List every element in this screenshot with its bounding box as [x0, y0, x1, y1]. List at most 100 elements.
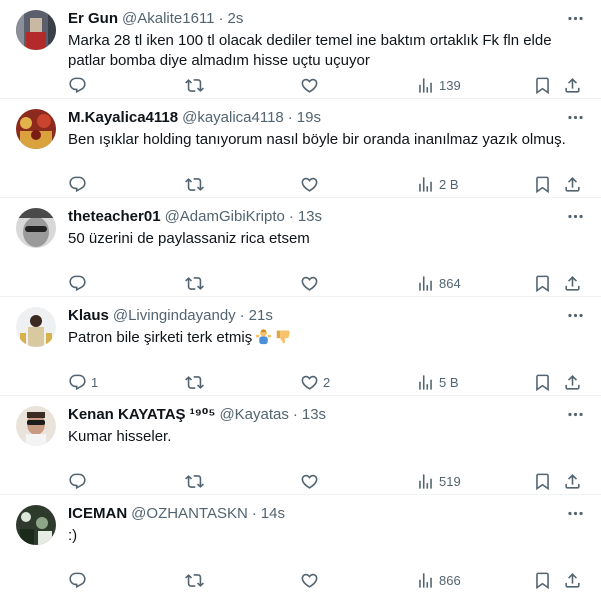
bookmark-button[interactable] [533, 372, 552, 392]
avatar[interactable] [16, 109, 56, 149]
views-button[interactable]: 519 [416, 471, 461, 491]
avatar[interactable] [16, 505, 56, 545]
separator-dot: · [218, 9, 224, 27]
bookmark-button[interactable] [533, 471, 552, 491]
retweet-button[interactable] [185, 75, 208, 95]
bookmark-button[interactable] [533, 174, 552, 194]
reply-button[interactable] [68, 570, 91, 590]
like-button[interactable] [300, 174, 323, 194]
tweet[interactable]: ICEMAN @OZHANTASKN · 14s :) 866 [0, 495, 601, 613]
retweet-button[interactable] [185, 372, 208, 392]
author-name[interactable]: M.Kayalica4118 [68, 109, 178, 126]
share-button[interactable] [563, 273, 582, 293]
tweet-text: 50 üzerini de paylassaniz rica etsem [68, 229, 585, 249]
like-button[interactable]: 2 [300, 372, 330, 392]
retweet-icon [185, 375, 204, 389]
tweet-actions: 2 B [68, 174, 585, 194]
tweet[interactable]: theteacher01 @AdamGibiKripto · 13s 50 üz… [0, 198, 601, 297]
share-button[interactable] [563, 174, 582, 194]
timestamp[interactable]: 19s [297, 109, 321, 126]
more-options-button[interactable] [565, 503, 585, 523]
timestamp[interactable]: 13s [302, 406, 326, 423]
avatar[interactable] [16, 208, 56, 248]
author-handle[interactable]: @Akalite1611 [122, 10, 215, 27]
retweet-button[interactable] [185, 273, 208, 293]
more-options-button[interactable] [565, 107, 585, 127]
person-shrugging-emoji [255, 328, 272, 351]
avatar[interactable] [16, 10, 56, 50]
reply-button[interactable] [68, 174, 91, 194]
author-handle[interactable]: @kayalica4118 [182, 109, 284, 126]
tweet-header: ICEMAN @OZHANTASKN · 14s [68, 503, 585, 523]
retweet-button[interactable] [185, 174, 208, 194]
heart-icon [301, 78, 318, 93]
more-icon [567, 412, 583, 416]
like-button[interactable] [300, 471, 323, 491]
heart-icon [301, 276, 318, 291]
tweet-actions: 864 [68, 273, 585, 293]
retweet-button[interactable] [185, 570, 208, 590]
reply-icon [69, 374, 86, 390]
like-button[interactable] [300, 273, 323, 293]
views-chart-icon [419, 275, 432, 291]
reply-icon [69, 77, 86, 93]
more-options-button[interactable] [565, 404, 585, 424]
author-name[interactable]: theteacher01 [68, 208, 161, 225]
reply-button[interactable]: 1 [68, 372, 98, 392]
author-handle[interactable]: @Kayatas [219, 406, 288, 423]
share-icon [565, 572, 580, 588]
more-icon [567, 115, 583, 119]
author-handle[interactable]: @AdamGibiKripto [165, 208, 285, 225]
timestamp[interactable]: 2s [228, 10, 244, 27]
tweet[interactable]: Klaus @Livingindayandy · 21s Patron bile… [0, 297, 601, 396]
views-button[interactable]: 139 [416, 75, 461, 95]
reply-button[interactable] [68, 471, 91, 491]
author-handle[interactable]: @Livingindayandy [113, 307, 236, 324]
avatar[interactable] [16, 307, 56, 347]
author-name[interactable]: Er Gun [68, 10, 118, 27]
author-name[interactable]: ICEMAN [68, 505, 127, 522]
views-button[interactable]: 864 [416, 273, 461, 293]
separator-dot: · [239, 306, 245, 324]
author-name[interactable]: Kenan KAYATAŞ ¹⁹⁰⁵ [68, 405, 215, 423]
tweet-header: Er Gun @Akalite1611 · 2s [68, 8, 585, 28]
tweet[interactable]: Er Gun @Akalite1611 · 2s Marka 28 tl ike… [0, 0, 601, 99]
share-button[interactable] [563, 570, 582, 590]
timestamp[interactable]: 13s [298, 208, 322, 225]
bookmark-button[interactable] [533, 570, 552, 590]
views-button[interactable]: 866 [416, 570, 461, 590]
tweet[interactable]: M.Kayalica4118 @kayalica4118 · 19s Ben ı… [0, 99, 601, 198]
bookmark-button[interactable] [533, 273, 552, 293]
bookmark-button[interactable] [533, 75, 552, 95]
timestamp[interactable]: 21s [249, 307, 273, 324]
share-icon [565, 374, 580, 390]
heart-icon [301, 177, 318, 192]
retweet-icon [185, 177, 204, 191]
author-handle[interactable]: @OZHANTASKN [131, 505, 248, 522]
reply-button[interactable] [68, 273, 91, 293]
view-count: 864 [439, 275, 461, 291]
author-name[interactable]: Klaus [68, 307, 109, 324]
retweet-icon [185, 276, 204, 290]
share-button[interactable] [563, 372, 582, 392]
share-button[interactable] [563, 75, 582, 95]
like-button[interactable] [300, 570, 323, 590]
timestamp[interactable]: 14s [261, 505, 285, 522]
retweet-button[interactable] [185, 471, 208, 491]
avatar[interactable] [16, 406, 56, 446]
like-button[interactable] [300, 75, 323, 95]
more-options-button[interactable] [565, 305, 585, 325]
more-options-button[interactable] [565, 206, 585, 226]
views-button[interactable]: 5 B [416, 372, 459, 392]
share-button[interactable] [563, 471, 582, 491]
view-count: 866 [439, 572, 461, 588]
reply-button[interactable] [68, 75, 91, 95]
bookmark-icon [536, 176, 549, 193]
tweet-actions: 139 [68, 75, 585, 95]
views-button[interactable]: 2 B [416, 174, 459, 194]
tweet[interactable]: Kenan KAYATAŞ ¹⁹⁰⁵ @Kayatas · 13s Kumar … [0, 396, 601, 495]
tweet-text-body: :) [68, 527, 78, 544]
more-options-button[interactable] [565, 8, 585, 28]
tweet-header: theteacher01 @AdamGibiKripto · 13s [68, 206, 585, 226]
more-icon [567, 16, 583, 20]
